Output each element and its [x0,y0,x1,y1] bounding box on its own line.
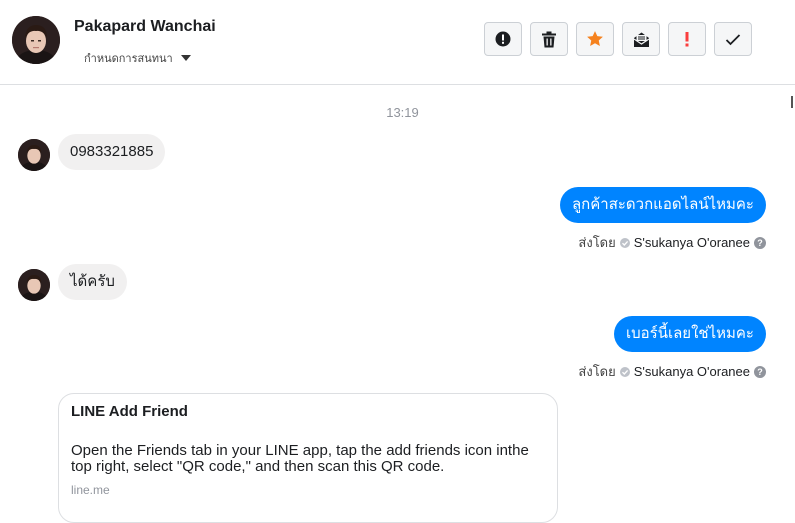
check-icon [725,33,741,45]
exclamation-icon [685,32,689,47]
unread-button[interactable] [622,22,660,56]
sent-by-line: ส่งโดย S'sukanya O'oranee ? [578,361,766,382]
conversation-toolbar [484,22,752,56]
done-button[interactable] [714,22,752,56]
incoming-message: ได้ครับ [58,264,127,300]
contact-photo [12,16,60,64]
incoming-message: 0983321885 [58,134,166,170]
star-button[interactable] [576,22,614,56]
conversation-header: Pakapard Wanchai กำหนดการสนทนา [0,0,795,85]
message-timestamp: 13:19 [386,105,419,120]
sender-name: S'sukanya O'oranee [633,364,750,379]
contact-photo [18,139,50,171]
conversation-status-dropdown[interactable]: กำหนดการสนทนา [84,49,191,67]
trash-icon [542,31,556,47]
sent-by-label: ส่งโดย [578,235,616,250]
check-circle-icon [619,237,630,248]
sent-by-label: ส่งโดย [578,364,616,379]
caret-down-icon [180,55,191,61]
contact-photo [18,269,50,301]
status-dropdown-label: กำหนดการสนทนา [84,53,173,65]
link-card-description: Open the Friends tab in your LINE app, t… [71,442,529,475]
priority-button[interactable] [668,22,706,56]
link-preview-card[interactable]: LINE Add Friend Open the Friends tab in … [58,393,558,523]
outgoing-message: ลูกค้าสะดวกแอดไลน์ไหมคะ [559,187,766,223]
sent-by-line: ส่งโดย S'sukanya O'oranee ? [578,232,766,253]
spam-button[interactable] [484,22,522,56]
link-card-domain: line.me [71,483,110,497]
contact-avatar-small [18,139,50,171]
contact-avatar-small [18,269,50,301]
question-icon[interactable]: ? [754,365,766,378]
outgoing-message: เบอร์นี้เลยใช่ไหมคะ [614,316,766,352]
delete-button[interactable] [530,22,568,56]
contact-avatar[interactable] [12,16,60,64]
sender-name: S'sukanya O'oranee [633,235,750,250]
link-card-title: LINE Add Friend [71,403,188,420]
contact-name[interactable]: Pakapard Wanchai [74,18,216,36]
check-circle-icon [619,366,630,377]
question-icon[interactable]: ? [754,236,766,249]
star-icon [587,31,603,46]
envelope-icon [633,32,649,47]
alert-circle-icon [495,31,511,47]
